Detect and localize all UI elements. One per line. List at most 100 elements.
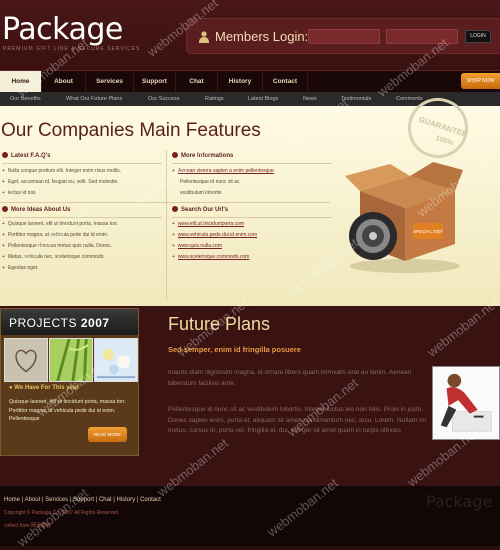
list-item[interactable]: + Eget, accumsan id, feugiat eu, velit. S…: [2, 177, 121, 188]
features-title: Our Companies Main Features: [1, 120, 261, 141]
users-icon: [199, 31, 209, 43]
column-divider: [166, 150, 167, 300]
subnav-item-success[interactable]: Our Success: [148, 92, 179, 106]
arrow-icon: +: [2, 265, 5, 271]
divider: [2, 163, 162, 164]
site-logo[interactable]: Package: [2, 12, 123, 47]
row-divider: [0, 202, 330, 203]
read-more-button[interactable]: READ MORE: [88, 427, 127, 442]
login-button[interactable]: LOGIN: [465, 30, 491, 43]
future-plans-title: Future Plans: [168, 314, 271, 334]
more-ideas-list: + Quisque laoreet, elit ut tincidunt port…: [2, 219, 118, 274]
box-label-text: SPECIAL 2007: [413, 229, 444, 234]
list-item[interactable]: + www.scelerisque.commodo.com: [172, 252, 257, 263]
nav-item-support[interactable]: Support: [134, 71, 176, 92]
arrow-icon: +: [172, 243, 175, 249]
latest-faq-heading-text: Latest F.A.Q's: [11, 153, 51, 159]
main-nav: Home About Services Support Chat History…: [0, 70, 500, 92]
latest-faq-list: + Nulla congue pretium elit. Integer enim…: [2, 166, 121, 199]
arrow-icon: +: [2, 232, 5, 238]
search-urls-heading-text: Search Our Url's: [181, 207, 229, 213]
stamp-percent: 100%: [434, 134, 454, 148]
arrow-icon: +: [172, 232, 175, 238]
nav-item-about[interactable]: About: [42, 71, 86, 92]
projects-header: PROJECTS 2007: [1, 309, 138, 335]
projects-text: Quisque laoreet, elit ut tincidunt porta…: [9, 399, 126, 422]
nav-item-history[interactable]: History: [218, 71, 263, 92]
arrow-icon: +: [2, 254, 5, 260]
arrow-icon: +: [2, 221, 5, 227]
arrow-icon: +: [2, 190, 5, 196]
footer-copyright: Copyright © Package Co. 2007 All Rights …: [4, 510, 119, 516]
url-link[interactable]: www.quis.nulla.com: [178, 243, 222, 249]
nav-item-chat[interactable]: Chat: [176, 71, 218, 92]
future-plans-paragraph-1: mauris diam dignissim magna, id ornare l…: [168, 369, 412, 387]
more-info-heading: More Informations: [172, 152, 233, 162]
page: Package PREMIUM GIFT LINE & SECURE SERVI…: [0, 0, 500, 550]
project-thumbnail-heart[interactable]: [4, 338, 48, 382]
footer-nav[interactable]: Home | About | Services | Support | Chat…: [4, 497, 161, 503]
list-item[interactable]: + lectus id nisi.: [2, 188, 121, 199]
url-link[interactable]: www.elit.ut.tinciduntporta.com: [178, 221, 244, 227]
list-item[interactable]: + www.elit.ut.tinciduntporta.com: [172, 219, 257, 230]
list-item[interactable]: + Porttitor magna, at vehicula pede dui i…: [2, 230, 118, 241]
more-info-heading-text: More Informations: [181, 153, 234, 159]
divider: [172, 217, 332, 218]
list-item: Pellentesque id nunc sit ac: [180, 179, 240, 185]
header: Package PREMIUM GIFT LINE & SECURE SERVI…: [0, 0, 500, 70]
projects-subtitle: ● We Have For This year: [9, 385, 79, 391]
list-item[interactable]: + Pellentesque rhoncus metus quis nulla. …: [2, 241, 118, 252]
arrow-icon: +: [172, 168, 175, 174]
list-item[interactable]: + Quisque laoreet, elit ut tincidunt port…: [2, 219, 118, 230]
search-urls-list: + www.elit.ut.tinciduntporta.com + www.veh…: [172, 219, 257, 263]
list-item[interactable]: + Aenean viverra sapien a enim pellentesq…: [172, 166, 274, 177]
arrow-icon: +: [172, 221, 175, 227]
list-item[interactable]: + Metus, vehicula nec, scelerisque commod…: [2, 252, 118, 263]
projects-year: 2007: [80, 316, 110, 330]
arrow-icon: +: [2, 243, 5, 249]
nav-item-services[interactable]: Services: [86, 71, 134, 92]
features-section: Our Companies Main Features Latest F.A.Q…: [0, 90, 500, 306]
list-item: vestibulum lobortis: [180, 190, 222, 196]
list-item[interactable]: + Egestas eget.: [2, 263, 118, 274]
list-item[interactable]: + Nulla congue pretium elit. Integer enim…: [2, 166, 121, 177]
search-urls-heading: Search Our Url's: [172, 206, 228, 216]
more-info-list: + Aenean viverra sapien a enim pellentesq…: [172, 166, 274, 199]
future-plans-subtitle: Sed semper, enim id fringilla posuere: [168, 345, 301, 354]
subnav-item-benefits[interactable]: Our Benefits: [10, 92, 41, 106]
list-item[interactable]: + www.quis.nulla.com: [172, 241, 257, 252]
url-link[interactable]: www.scelerisque.commodo.com: [178, 254, 249, 260]
footer-logo: Package: [426, 492, 493, 511]
more-ideas-heading: More Ideas About Us: [2, 206, 70, 216]
subnav-item-future-plans[interactable]: What Our Future Plans: [66, 92, 122, 106]
projects-title: PROJECTS 2007: [9, 316, 110, 330]
password-field[interactable]: [386, 29, 458, 44]
projects-panel: PROJECTS 2007 ● We Have For This year Qu…: [0, 308, 139, 456]
subnav-item-blogs[interactable]: Latest Blogs: [248, 92, 278, 106]
project-thumbnail-bamboo[interactable]: [49, 338, 93, 382]
nav-item-home[interactable]: Home: [0, 71, 42, 92]
package-box-illustration: SPECIAL 2007: [345, 162, 463, 273]
bullet-icon: [2, 152, 8, 158]
bullet-icon: [172, 152, 178, 158]
stamp-text: GUARANTEE: [417, 114, 469, 140]
nav-item-contact[interactable]: Contact: [263, 71, 308, 92]
subnav-item-testimonials[interactable]: Testimonials: [341, 92, 371, 106]
subnav-item-ratings[interactable]: Ratings: [205, 92, 224, 106]
list-item[interactable]: + www.vehicula.pede.dui.id.enim.com: [172, 230, 257, 241]
future-plans-paragraph-2: Pellentesque id nunc sit ac vestibulum l…: [168, 406, 426, 434]
footer-collect-note: collect from 网页模板: [4, 523, 51, 529]
bullet-icon: [172, 206, 178, 212]
more-ideas-heading-text: More Ideas About Us: [11, 207, 71, 213]
shop-now-button[interactable]: SHOP NOW: [461, 73, 500, 89]
subnav-item-news[interactable]: News: [303, 92, 317, 106]
woman-working-photo: [432, 366, 500, 440]
username-field[interactable]: [308, 29, 380, 44]
divider: [2, 217, 162, 218]
url-link[interactable]: www.vehicula.pede.dui.id.enim.com: [178, 232, 257, 238]
site-tagline: PREMIUM GIFT LINE & SECURE SERVICES: [3, 46, 141, 52]
latest-faq-heading: Latest F.A.Q's: [2, 152, 50, 162]
divider: [172, 163, 332, 164]
project-thumbnail-flowers[interactable]: [94, 338, 138, 382]
more-info-link[interactable]: Aenean viverra sapien a enim pellentesqu…: [178, 168, 274, 174]
